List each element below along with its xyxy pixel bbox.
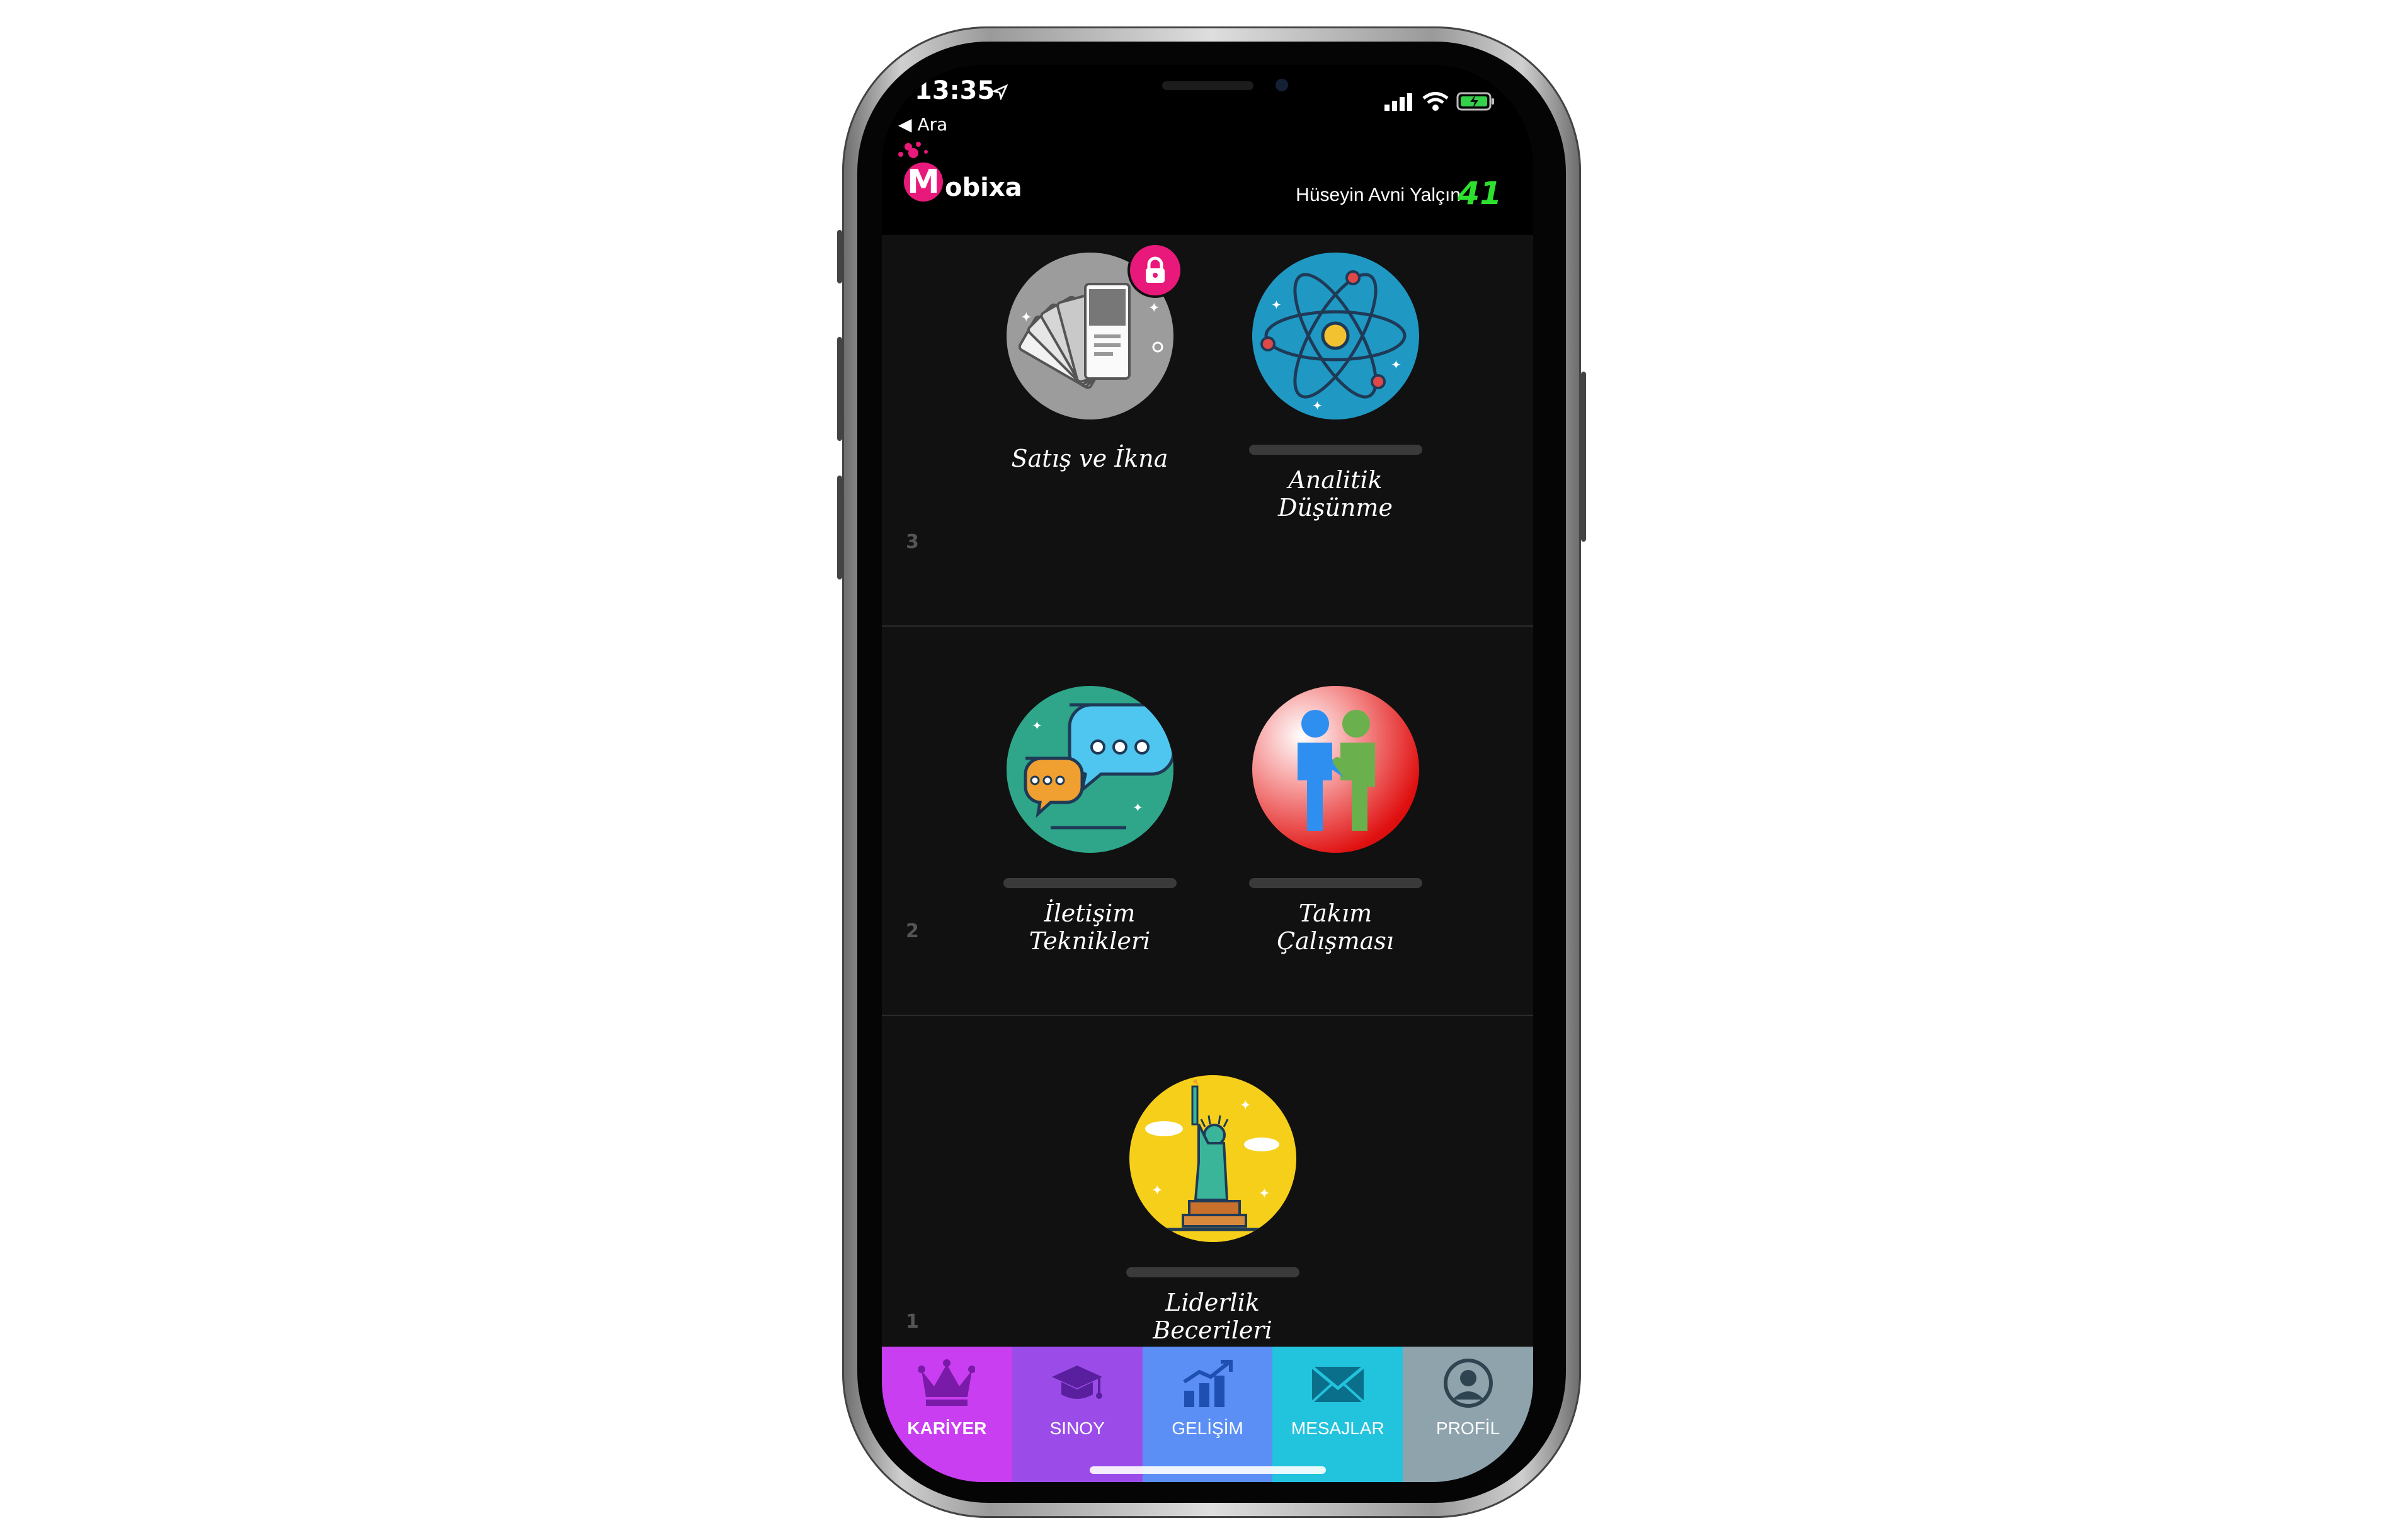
tab-sinoy[interactable]: SINOY [1012, 1347, 1143, 1482]
volume-down-button [837, 476, 842, 579]
skill-takim-calismasi[interactable]: Takım Çalışması [1241, 686, 1430, 955]
growth-chart-icon [1183, 1360, 1233, 1407]
skill-liderlik-becerileri[interactable]: ✦ ✦ ✦ Liderlik Becerileri [1118, 1075, 1307, 1344]
level-number: 1 [906, 1311, 919, 1333]
tab-gelisim[interactable]: GELİŞİM [1142, 1347, 1273, 1482]
svg-text:✦: ✦ [1151, 1183, 1163, 1199]
skill-badge: ✦ ✦ ✦ [1129, 1075, 1296, 1242]
volume-up-button [837, 337, 842, 441]
svg-text:✦: ✦ [1271, 297, 1282, 312]
svg-text:✦: ✦ [1032, 718, 1042, 733]
app-screen: 13:35 ◀ Ara M obixa Hüseyin Avni Yalçın … [882, 65, 1533, 1482]
logo-splash-icon [898, 142, 928, 158]
skill-badge: ✦ ✦ [1006, 686, 1173, 853]
home-indicator[interactable] [1090, 1466, 1326, 1474]
skill-progress-bar [1126, 1267, 1299, 1277]
skill-label: Satış ve İkna [1011, 445, 1168, 472]
back-to-app-link[interactable]: ◀ Ara [898, 114, 947, 135]
status-time: 13:35 [915, 76, 995, 105]
logo-mark: M [904, 163, 943, 202]
handshake-people-icon [1297, 710, 1375, 831]
skill-progress-bar [1248, 445, 1422, 455]
svg-text:✦: ✦ [1020, 310, 1032, 326]
level-section-3: ✦ ✦ Satış ve İkna ✦ ✦ ✦ Analitik Düşünme… [882, 235, 1533, 627]
battery-charging-icon [1456, 92, 1494, 111]
user-name[interactable]: Hüseyin Avni Yalçın [1296, 185, 1461, 206]
level-number: 2 [906, 920, 919, 942]
bottom-tab-bar: KARİYER SINOY GELİŞİM MESAJLAR PROFİL [882, 1347, 1533, 1482]
lock-badge [1127, 242, 1183, 298]
svg-text:✦: ✦ [1133, 800, 1143, 815]
speech-bubbles-icon: ✦ ✦ [1023, 703, 1173, 830]
skill-progress-bar [1003, 878, 1177, 888]
back-arrow-icon: ◀ [898, 114, 912, 135]
tab-mesajlar[interactable]: MESAJLAR [1272, 1347, 1403, 1482]
svg-text:✦: ✦ [1312, 398, 1323, 413]
skill-badge: ✦ ✦ ✦ [1252, 253, 1419, 419]
tab-label: SINOY [1049, 1418, 1105, 1438]
skill-label: Takım Çalışması [1277, 899, 1394, 955]
skill-progress-bar [1248, 878, 1422, 888]
crown-icon [918, 1359, 976, 1406]
side-button [1581, 372, 1586, 542]
career-path[interactable]: ✦ ✦ Satış ve İkna ✦ ✦ ✦ Analitik Düşünme… [882, 235, 1533, 1347]
user-score: 41 [1458, 175, 1502, 212]
skill-iletisim-teknikleri[interactable]: ✦ ✦ İletişim Teknikleri [995, 686, 1184, 955]
level-section-1: ✦ ✦ ✦ Liderlik Becerileri 1 [882, 1015, 1533, 1347]
svg-text:✦: ✦ [1259, 1186, 1270, 1202]
tab-kariyer[interactable]: KARİYER [882, 1347, 1012, 1482]
notch [1027, 65, 1389, 120]
tab-label: GELİŞİM [1172, 1418, 1243, 1438]
statue-of-liberty-icon: ✦ ✦ ✦ [1141, 1079, 1284, 1231]
atom-icon: ✦ ✦ ✦ [1260, 270, 1406, 413]
status-icons [1384, 91, 1495, 111]
svg-text:✦: ✦ [1240, 1098, 1251, 1114]
graduation-cap-icon [1052, 1366, 1103, 1399]
skill-badge [1252, 686, 1419, 853]
tab-profil[interactable]: PROFİL [1403, 1347, 1533, 1482]
skill-label: Liderlik Becerileri [1153, 1289, 1272, 1344]
skill-analitik-dusunme[interactable]: ✦ ✦ ✦ Analitik Düşünme [1241, 253, 1430, 522]
back-app-label: Ara [917, 114, 948, 135]
skill-label: Analitik Düşünme [1278, 466, 1393, 522]
wifi-icon [1422, 92, 1449, 111]
skill-label: İletişim Teknikleri [1029, 899, 1151, 955]
lock-icon [1146, 256, 1165, 283]
level-number: 3 [906, 531, 919, 553]
profile-icon [1443, 1359, 1493, 1408]
mute-switch [837, 230, 842, 283]
svg-text:✦: ✦ [1391, 357, 1401, 372]
logo-text: obixa [945, 173, 1022, 202]
location-arrow-icon [992, 84, 1008, 100]
tab-label: MESAJLAR [1291, 1418, 1384, 1438]
tab-label: PROFİL [1436, 1418, 1500, 1438]
level-section-2: ✦ ✦ İletişim Teknikleri Takım Çalışması … [882, 625, 1533, 1016]
svg-text:✦: ✦ [1148, 300, 1160, 316]
cellular-signal-icon [1384, 93, 1412, 111]
envelope-icon [1311, 1366, 1365, 1403]
tab-label: KARİYER [907, 1418, 987, 1438]
